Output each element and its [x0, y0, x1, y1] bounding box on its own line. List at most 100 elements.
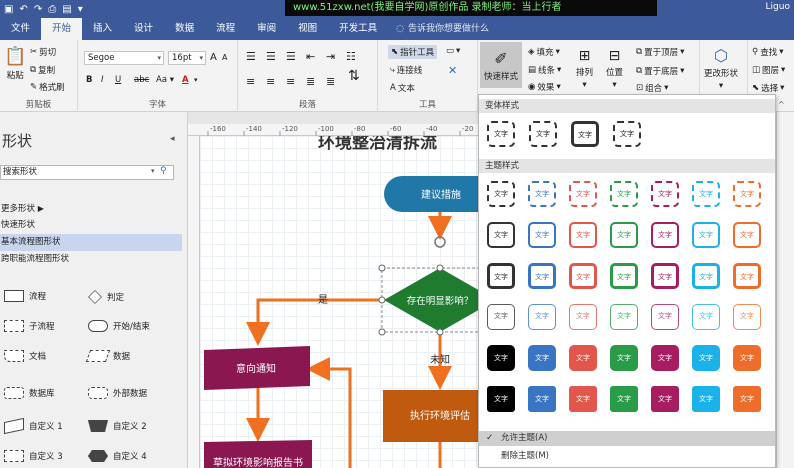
text-direction-icon[interactable]: ⇅: [348, 68, 360, 84]
variant-style-swatch[interactable]: 文字: [613, 121, 641, 147]
save-icon[interactable]: ▣: [4, 4, 13, 15]
theme-style-swatch[interactable]: 文字: [610, 304, 638, 330]
theme-style-swatch[interactable]: 文字: [610, 263, 638, 289]
collapse-ribbon-icon[interactable]: ^: [778, 100, 785, 109]
theme-style-swatch[interactable]: 文字: [528, 263, 556, 289]
variant-style-swatch[interactable]: 文字: [529, 121, 557, 147]
align-left-icon[interactable]: ≡: [246, 75, 255, 88]
shape-item[interactable]: 子流程: [4, 320, 55, 332]
fill-button[interactable]: ◈ 填充 ▾: [528, 46, 560, 58]
theme-style-swatch[interactable]: 文字: [528, 345, 556, 371]
align-center-icon[interactable]: ≡: [266, 75, 275, 88]
shape-item[interactable]: 数据库: [4, 387, 55, 399]
cut-button[interactable]: ✂ 剪切: [30, 46, 56, 58]
customize-qat-icon[interactable]: ▾: [78, 4, 83, 15]
line-button[interactable]: ▤ 线条 ▾: [528, 64, 561, 76]
search-icon[interactable]: ⚲: [160, 166, 167, 176]
quick-styles-button[interactable]: ✐ 快速样式: [480, 42, 522, 88]
position-button[interactable]: ⊟ 位置 ▾: [606, 48, 623, 90]
shape-item[interactable]: 自定义 2: [88, 420, 147, 432]
theme-style-swatch[interactable]: 文字: [733, 222, 761, 248]
theme-style-swatch[interactable]: 文字: [733, 181, 761, 207]
collapse-pane-icon[interactable]: ◂: [170, 134, 175, 144]
distribute-icon[interactable]: ≣: [326, 75, 335, 88]
user-name[interactable]: Liguo: [766, 2, 790, 12]
theme-style-swatch[interactable]: 文字: [651, 345, 679, 371]
theme-style-swatch[interactable]: 文字: [487, 181, 515, 207]
chevron-down-icon[interactable]: ▾: [151, 167, 155, 175]
close-tool-icon[interactable]: ✕: [448, 64, 457, 77]
connector-tool-button[interactable]: ⤷ 连接线: [390, 64, 422, 76]
tell-me-box[interactable]: ◌ 告诉我你想要做什么: [388, 18, 497, 40]
shape-item[interactable]: 自定义 1: [4, 417, 63, 435]
text-tool-button[interactable]: A 文本: [390, 82, 415, 94]
shape-item[interactable]: 流程: [4, 290, 46, 302]
shape-item[interactable]: 自定义 3: [4, 450, 63, 462]
format-painter-button[interactable]: ✎ 格式刷: [30, 81, 65, 93]
theme-style-swatch[interactable]: 文字: [487, 304, 515, 330]
theme-style-swatch[interactable]: 文字: [651, 304, 679, 330]
theme-style-swatch[interactable]: 文字: [733, 345, 761, 371]
redo-icon[interactable]: ↷: [34, 4, 42, 15]
theme-style-swatch[interactable]: 文字: [487, 345, 515, 371]
italic-button[interactable]: I: [101, 75, 104, 85]
align-right-icon[interactable]: ≡: [286, 75, 295, 88]
tab-home[interactable]: 开始: [41, 18, 83, 40]
underline-button[interactable]: U: [115, 75, 121, 85]
theme-style-swatch[interactable]: 文字: [610, 345, 638, 371]
theme-style-swatch[interactable]: 文字: [692, 304, 720, 330]
stencil-cross-functional[interactable]: 跨职能流程图形状: [0, 251, 182, 268]
theme-style-swatch[interactable]: 文字: [651, 181, 679, 207]
shape-item[interactable]: 开始/结束: [88, 320, 150, 332]
shape-item[interactable]: 外部数据: [88, 387, 147, 399]
copy-button[interactable]: ⧉ 复制: [30, 64, 55, 76]
grow-font-button[interactable]: A: [210, 52, 217, 63]
theme-style-swatch[interactable]: 文字: [487, 222, 515, 248]
theme-style-swatch[interactable]: 文字: [610, 222, 638, 248]
font-family-select[interactable]: Segoe ▾: [84, 51, 164, 65]
undo-icon[interactable]: ↶: [19, 4, 27, 15]
tab-file[interactable]: 文件: [0, 18, 41, 40]
shrink-font-button[interactable]: A: [222, 53, 227, 62]
pointer-tool-button[interactable]: ⬉ 指针工具: [388, 45, 438, 59]
stencil-quick-shapes[interactable]: 快速形状: [0, 217, 182, 234]
stencil-basic-flowchart[interactable]: 基本流程图形状: [0, 234, 182, 251]
theme-style-swatch[interactable]: 文字: [651, 386, 679, 412]
theme-style-swatch[interactable]: 文字: [692, 263, 720, 289]
find-button[interactable]: ⚲ 查找 ▾: [752, 46, 784, 58]
theme-style-swatch[interactable]: 文字: [528, 386, 556, 412]
tab-review[interactable]: 审阅: [246, 18, 287, 40]
change-shape-button[interactable]: ⬡ 更改形状 ▾: [704, 46, 738, 91]
rectangle-tool-button[interactable]: ▭ ▾: [446, 46, 460, 56]
justify-icon[interactable]: ≣: [306, 75, 315, 88]
theme-style-swatch[interactable]: 文字: [733, 263, 761, 289]
shape-item[interactable]: 自定义 4: [88, 450, 147, 462]
stencil-more-shapes[interactable]: 更多形状 ▶: [0, 200, 182, 217]
font-size-select[interactable]: 16pt ▾: [168, 51, 206, 65]
theme-style-swatch[interactable]: 文字: [692, 181, 720, 207]
open-icon[interactable]: ▤: [62, 4, 71, 15]
font-color-button[interactable]: A: [182, 75, 189, 85]
theme-style-swatch[interactable]: 文字: [487, 386, 515, 412]
shape-item[interactable]: 文档: [4, 350, 46, 362]
print-icon[interactable]: ⎙: [48, 4, 56, 15]
theme-style-swatch[interactable]: 文字: [610, 386, 638, 412]
increase-indent-icon[interactable]: ⇥: [326, 50, 335, 63]
tab-process[interactable]: 流程: [205, 18, 246, 40]
bullets-icon[interactable]: ☷: [346, 50, 356, 63]
theme-style-swatch[interactable]: 文字: [610, 181, 638, 207]
decrease-indent-icon[interactable]: ⇤: [306, 50, 315, 63]
paste-button[interactable]: 📋 粘贴: [4, 46, 26, 81]
search-shapes-input[interactable]: 搜索形状: [0, 165, 174, 180]
arrange-button[interactable]: ⊞ 排列 ▾: [576, 48, 593, 90]
theme-style-swatch[interactable]: 文字: [528, 222, 556, 248]
tab-design[interactable]: 设计: [123, 18, 164, 40]
theme-style-swatch[interactable]: 文字: [692, 386, 720, 412]
group-button[interactable]: ⊡ 组合 ▾: [636, 82, 668, 94]
theme-style-swatch[interactable]: 文字: [569, 304, 597, 330]
select-button[interactable]: ⬉ 选择 ▾: [752, 82, 784, 94]
remove-theme-menu-item[interactable]: 删除主题(M): [479, 449, 775, 464]
allow-theme-menu-item[interactable]: ✓ 允许主题(A): [479, 431, 775, 446]
variant-style-swatch[interactable]: 文字: [571, 121, 599, 147]
theme-style-swatch[interactable]: 文字: [651, 263, 679, 289]
